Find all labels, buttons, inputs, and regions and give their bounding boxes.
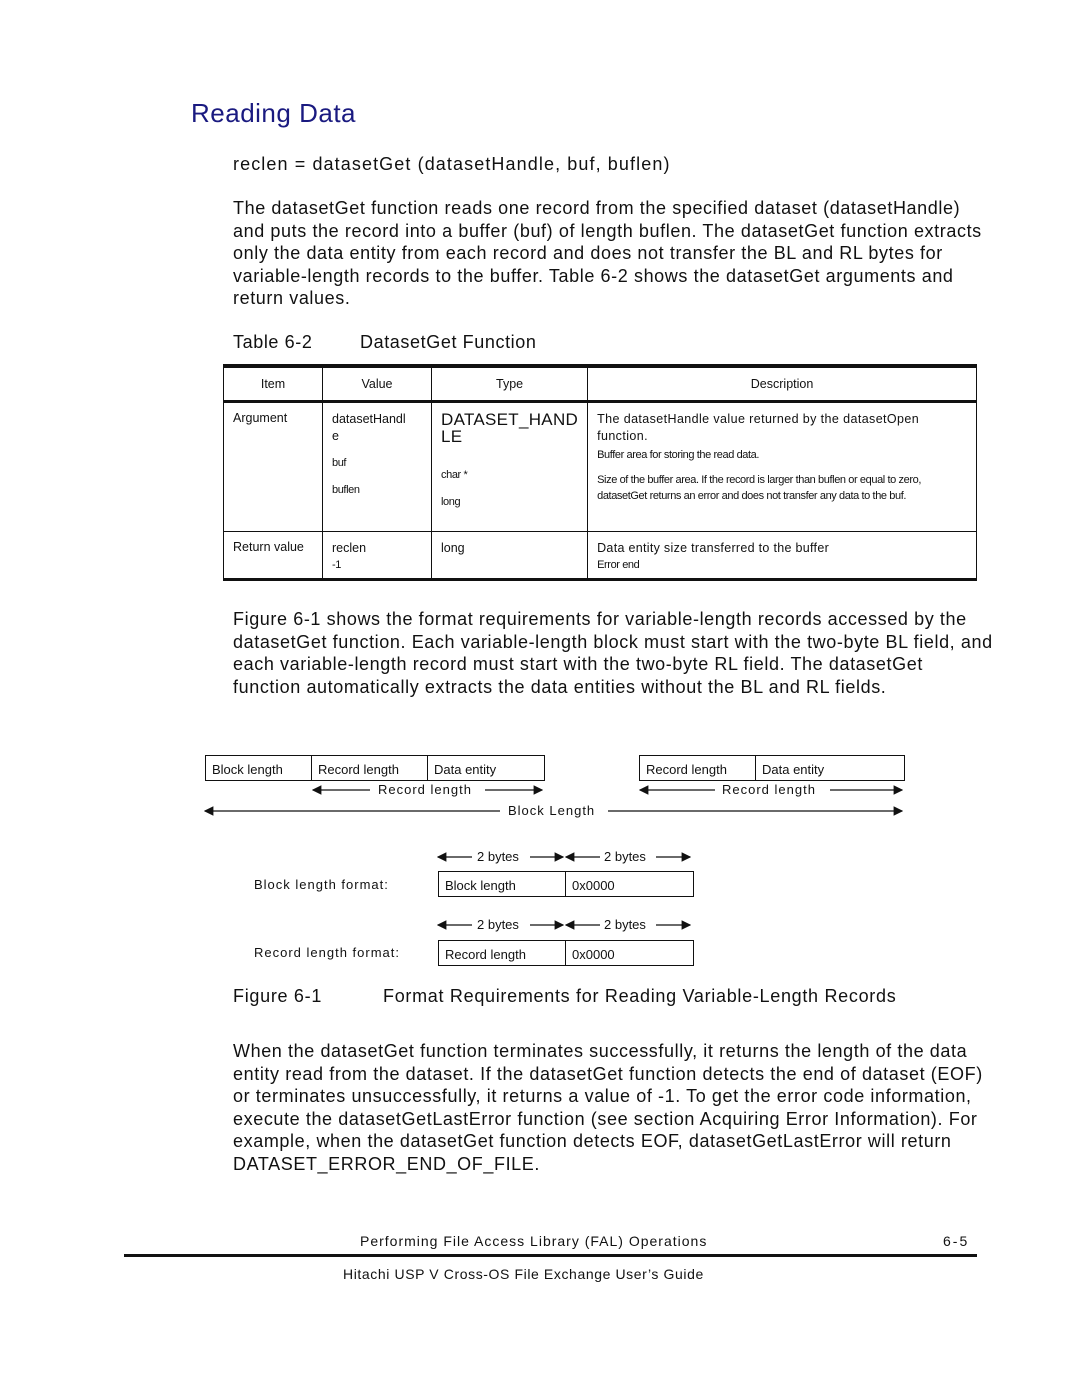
- block-length-format-box: Block length 0x0000: [438, 871, 694, 897]
- cell-hex-zero: 0x0000: [572, 947, 615, 962]
- bytes-label: 2 bytes: [474, 917, 522, 932]
- cell-hex-zero: 0x0000: [572, 878, 615, 893]
- record-length-format-label: Record length format:: [254, 945, 401, 960]
- variable-block-2: Record length Data entity: [639, 755, 905, 781]
- record-length-label: Record length: [374, 782, 476, 797]
- return-value-paragraph: When the datasetGet function terminates …: [233, 1041, 983, 1174]
- figure-caption: Figure 6-1 Format Requirements for Readin…: [233, 986, 896, 1007]
- bytes-label: 2 bytes: [601, 849, 649, 864]
- figure-caption-number: Figure 6-1: [233, 986, 323, 1006]
- cell-record-length: Record length: [312, 756, 428, 780]
- footer-guide-title: Hitachi USP V Cross-OS File Exchange Use…: [343, 1266, 704, 1282]
- bytes-label: 2 bytes: [474, 849, 522, 864]
- cell-block-length: Block length: [439, 872, 566, 896]
- bytes-label: 2 bytes: [601, 917, 649, 932]
- footer-divider: [124, 1254, 977, 1257]
- cell-data-entity: Data entity: [762, 762, 825, 777]
- cell-data-entity: Data entity: [434, 762, 497, 777]
- cell-block-length: Block length: [206, 756, 312, 780]
- cell-record-length: Record length: [640, 756, 756, 780]
- figure-caption-title: Format Requirements for Reading Variable…: [383, 986, 897, 1006]
- variable-block-1: Block length Record length Data entity: [205, 755, 545, 781]
- record-length-label-2: Record length: [718, 782, 820, 797]
- record-length-format-box: Record length 0x0000: [438, 940, 694, 966]
- cell-record-length: Record length: [439, 941, 566, 965]
- figure-arrows: [203, 785, 904, 930]
- footer-page-number: 6-5: [943, 1233, 970, 1249]
- block-length-label: Block Length: [504, 803, 600, 818]
- block-length-format-label: Block length format:: [254, 877, 389, 892]
- footer-chapter-title: Performing File Access Library (FAL) Ope…: [360, 1233, 708, 1249]
